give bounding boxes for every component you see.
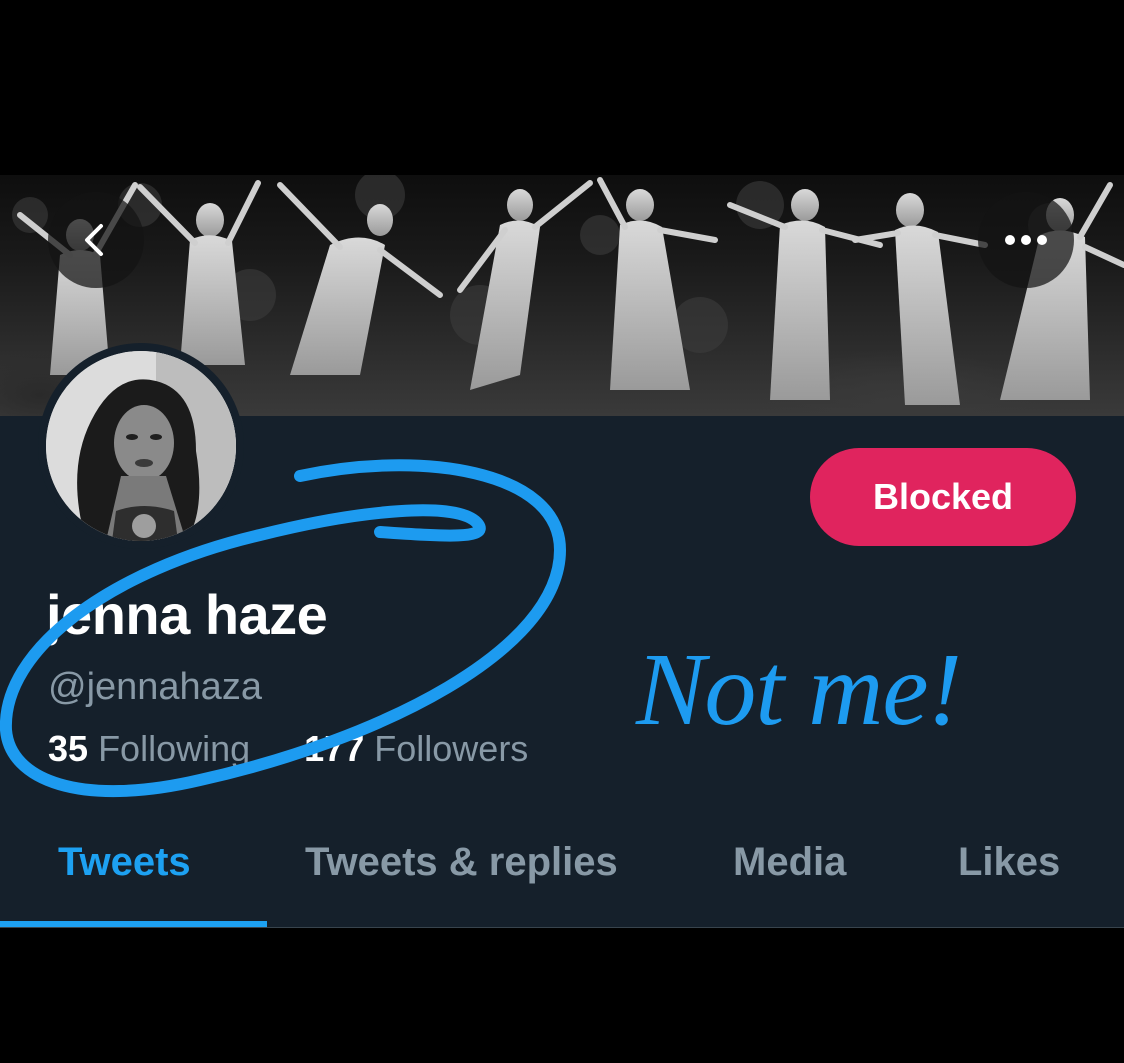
chevron-left-icon (85, 224, 103, 256)
avatar-portrait-image (46, 351, 236, 541)
profile-tabs: Tweets Tweets & replies Media Likes (0, 820, 1124, 928)
following-label: Following (98, 728, 251, 769)
tabs-divider (0, 927, 1124, 928)
annotation-text: Not me! (636, 632, 962, 747)
avatar[interactable] (46, 351, 236, 541)
tab-media[interactable]: Media (733, 820, 846, 904)
profile-avatar-ring[interactable] (38, 343, 244, 549)
following-count: 35 (48, 728, 89, 769)
tab-tweets-replies[interactable]: Tweets & replies (305, 820, 618, 904)
screenshot: Blocked jenna haze @jennahaza 35 Followi… (0, 0, 1124, 1063)
tab-likes[interactable]: Likes (958, 820, 1060, 904)
followers-label: Followers (374, 728, 529, 769)
profile-display-name: jenna haze (46, 583, 328, 646)
profile-stats: 35 Following 177 Followers (48, 728, 528, 770)
tab-tweets[interactable]: Tweets (58, 820, 191, 904)
more-horizontal-icon (1005, 235, 1047, 245)
back-button[interactable] (48, 192, 144, 288)
followers-count: 177 (304, 728, 365, 769)
more-options-button[interactable] (978, 192, 1074, 288)
profile-handle: @jennahaza (48, 666, 262, 708)
following-link[interactable]: 35 Following (48, 728, 260, 769)
blocked-button[interactable]: Blocked (810, 448, 1076, 546)
followers-link[interactable]: 177 Followers (304, 728, 528, 769)
